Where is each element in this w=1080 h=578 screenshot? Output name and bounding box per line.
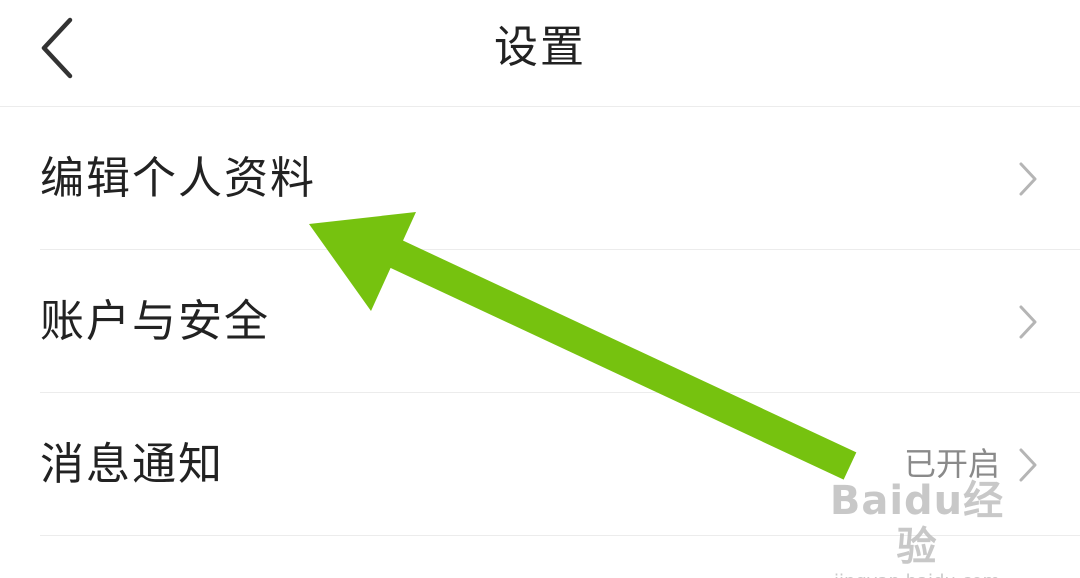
chevron-right-icon — [1019, 162, 1037, 196]
watermark: Baidu经验 jingyan.baidu.com — [812, 478, 1022, 578]
settings-item-account-security[interactable]: 账户与安全 — [0, 250, 1080, 393]
settings-item-label: 消息通知 — [40, 439, 224, 490]
settings-screen: 设置 编辑个人资料 账户与安全 消息通知 已开启 Baidu经验 — [0, 0, 1080, 578]
settings-list: 编辑个人资料 账户与安全 消息通知 已开启 — [0, 107, 1080, 536]
nav-bar: 设置 — [0, 0, 1080, 107]
page-title: 设置 — [494, 22, 586, 73]
watermark-logo: Baidu经验 — [829, 478, 1005, 570]
settings-item-label: 账户与安全 — [40, 296, 270, 347]
chevron-right-icon — [1019, 305, 1037, 339]
watermark-url: jingyan.baidu.com — [812, 570, 1022, 578]
settings-item-label: 编辑个人资料 — [40, 153, 316, 204]
settings-item-edit-profile[interactable]: 编辑个人资料 — [0, 107, 1080, 250]
